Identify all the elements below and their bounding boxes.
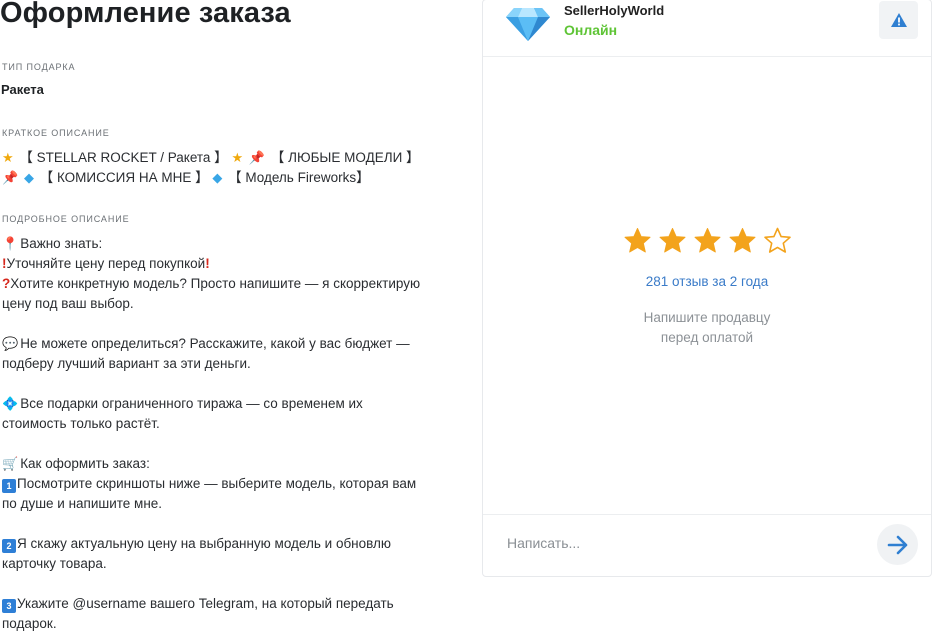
keycap-3-icon: 3 xyxy=(2,599,16,613)
reviews-link[interactable]: 281 отзыв за 2 года xyxy=(483,274,931,289)
speech-bubble-emoji-icon: 💬 xyxy=(2,336,19,351)
gift-type-value: Ракета xyxy=(1,82,44,97)
arrow-right-icon xyxy=(887,535,907,554)
star-filled-icon xyxy=(624,228,650,253)
shopping-cart-emoji-icon: 🛒 xyxy=(2,456,19,471)
pushpin-emoji-icon: 📌 xyxy=(2,170,19,185)
seller-rating xyxy=(483,227,931,254)
gem-emoji-icon: ◆ xyxy=(23,170,34,185)
star-empty-icon xyxy=(763,227,791,253)
gem-emoji-icon: ◆ xyxy=(212,170,223,185)
seller-online-status: Онлайн xyxy=(564,22,618,38)
long-description: 📍 Важно знать: !Уточняйте цену перед поку… xyxy=(2,236,421,631)
send-button[interactable] xyxy=(877,524,918,565)
star-filled-icon xyxy=(694,228,720,253)
diamond-dot-emoji-icon: 💠 xyxy=(2,396,19,411)
star-emoji-icon: ★ xyxy=(231,150,244,165)
report-button[interactable] xyxy=(879,1,918,39)
short-description-line: ★ 【 STELLAR ROCKET / Ракета 】 ★ 📌 【 ЛЮБЫ… xyxy=(2,150,420,165)
star-emoji-icon: ★ xyxy=(2,150,14,165)
gift-type-label: ТИП ПОДАРКА xyxy=(2,62,76,72)
star-filled-icon xyxy=(659,228,685,253)
seller-header: SellerHolyWorld Онлайн xyxy=(483,0,931,57)
pushpin-emoji-icon: 📌 xyxy=(248,150,266,165)
page-title: Оформление заказа xyxy=(0,0,291,29)
round-pin-emoji-icon: 📍 xyxy=(2,236,19,251)
message-input[interactable] xyxy=(507,535,847,551)
short-description: ★ 【 STELLAR ROCKET / Ракета 】 ★ 📌 【 ЛЮБЫ… xyxy=(2,148,442,188)
star-filled-icon xyxy=(729,228,755,253)
short-description-label: КРАТКОЕ ОПИСАНИЕ xyxy=(2,128,110,138)
diamond-gem-icon xyxy=(506,8,550,41)
keycap-2-icon: 2 xyxy=(2,539,16,553)
seller-name[interactable]: SellerHolyWorld xyxy=(564,3,664,18)
question-emoji-icon: ? xyxy=(2,276,11,291)
long-description-label: ПОДРОБНОЕ ОПИСАНИЕ xyxy=(2,214,130,224)
warning-triangle-icon xyxy=(890,13,907,27)
keycap-1-icon: 1 xyxy=(2,479,16,493)
exclamation-emoji-icon: ! xyxy=(205,256,210,271)
seller-chat-panel: SellerHolyWorld Онлайн 281 отзыв за 2 го… xyxy=(482,0,932,577)
short-description-line: 📌 ◆ 【 КОМИССИЯ НА МНЕ 】 ◆ 【 Модель Firew… xyxy=(2,170,370,185)
contact-hint: Напишите продавцу перед оплатой xyxy=(643,310,771,345)
message-composer xyxy=(483,514,931,576)
avatar[interactable] xyxy=(504,2,552,42)
